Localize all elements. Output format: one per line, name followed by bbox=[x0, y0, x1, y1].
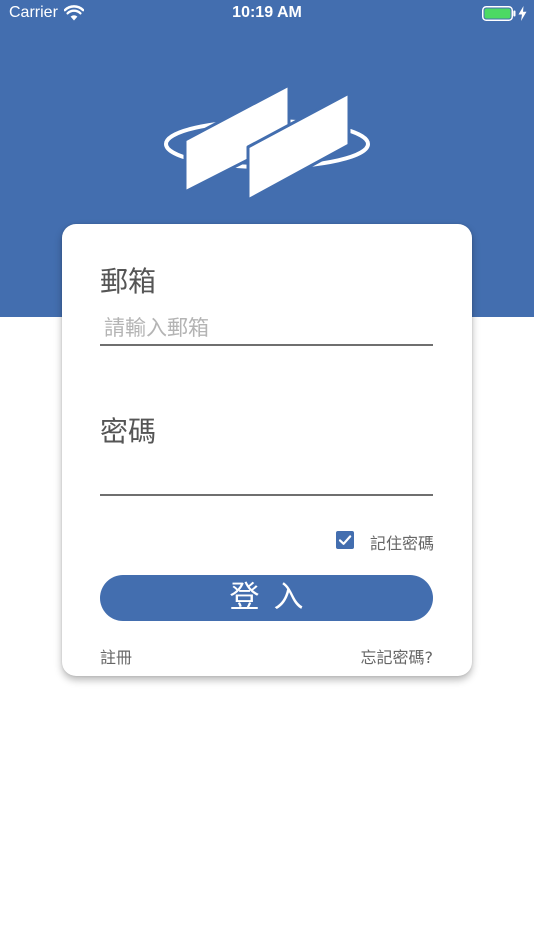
email-label: 郵箱 bbox=[100, 265, 157, 298]
remember-password-row: 記住密碼 bbox=[62, 529, 434, 554]
charging-bolt-icon bbox=[518, 6, 527, 21]
register-link[interactable]: 註冊 bbox=[100, 644, 132, 668]
status-time: 10:19 AM bbox=[232, 4, 302, 21]
login-card: 郵箱 密碼 記住密碼 登入 註冊 忘記密碼? bbox=[62, 224, 472, 676]
password-input[interactable] bbox=[100, 462, 433, 496]
status-bar: Carrier 10:19 AM bbox=[0, 0, 534, 28]
checkmark-icon bbox=[338, 535, 352, 545]
remember-password-checkbox[interactable] bbox=[336, 531, 354, 549]
app-logo bbox=[164, 85, 370, 202]
battery-icon bbox=[482, 6, 516, 21]
login-button[interactable]: 登入 bbox=[100, 575, 433, 621]
remember-password-label[interactable]: 記住密碼 bbox=[370, 530, 434, 554]
forgot-password-link[interactable]: 忘記密碼? bbox=[361, 644, 434, 668]
password-label: 密碼 bbox=[100, 415, 157, 448]
email-input[interactable] bbox=[100, 312, 433, 346]
